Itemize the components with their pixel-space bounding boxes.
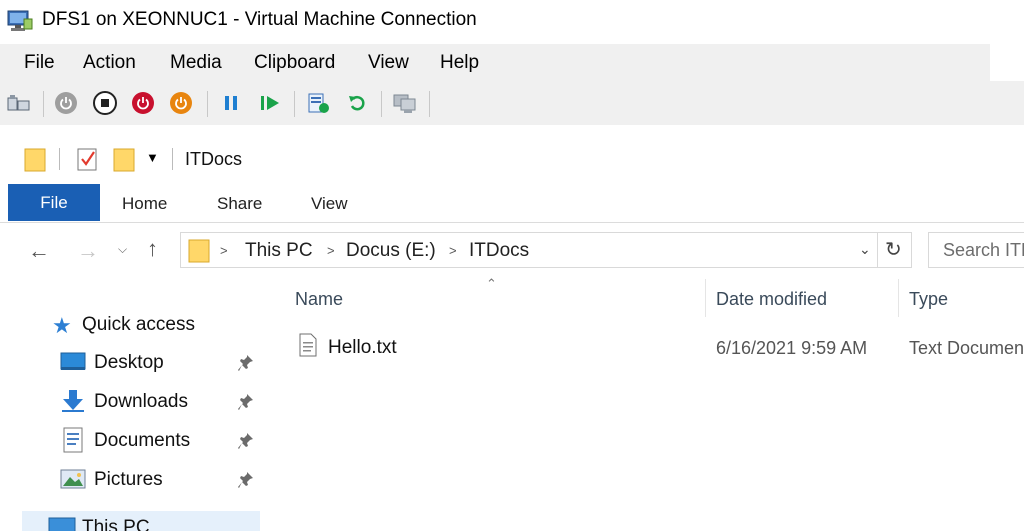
ribbon-tabs: Home Share View — [0, 182, 1024, 223]
checkpoint-button[interactable] — [304, 89, 332, 117]
documents-icon — [63, 427, 83, 458]
new-folder-icon[interactable] — [113, 146, 135, 177]
search-input[interactable]: Search ITDocs — [928, 232, 1024, 268]
breadcrumb-separator-icon[interactable]: > — [220, 243, 228, 258]
pause-icon — [225, 96, 237, 110]
tab-file[interactable]: File — [8, 184, 100, 221]
turn-off-button[interactable] — [91, 89, 119, 117]
nav-quick-access[interactable]: ★ Quick access — [52, 308, 262, 342]
address-folder-icon — [188, 237, 210, 268]
column-header-date[interactable]: Date modified — [716, 289, 827, 310]
breadcrumb-separator-icon[interactable]: > — [449, 243, 457, 258]
tab-view[interactable]: View — [311, 194, 348, 214]
search-placeholder: Search ITDocs — [943, 240, 1024, 260]
save-state-button[interactable] — [167, 89, 195, 117]
nav-item-this-pc[interactable]: This PC — [22, 511, 260, 531]
explorer-window-title: ITDocs — [185, 149, 243, 169]
resume-button[interactable] — [256, 89, 284, 117]
toolbar-separator — [43, 91, 44, 117]
vm-toolbar — [0, 81, 1024, 125]
pin-icon[interactable] — [238, 432, 254, 455]
menu-view[interactable]: View — [368, 52, 409, 74]
shutdown-icon — [132, 92, 154, 114]
revert-icon — [349, 95, 365, 111]
nav-item-label: Documents — [94, 430, 191, 451]
nav-item-label: Downloads — [94, 391, 188, 412]
nav-item-desktop[interactable]: Desktop — [52, 346, 262, 380]
customize-qat-dropdown-icon[interactable]: ▼ — [146, 150, 159, 165]
back-arrow-icon[interactable]: ← — [28, 238, 50, 264]
star-icon: ★ — [52, 313, 72, 338]
breadcrumb-separator-icon[interactable]: > — [327, 243, 335, 258]
address-dropdown-icon[interactable]: ⌄ — [859, 241, 871, 258]
this-pc-icon — [48, 517, 76, 531]
qat-separator — [59, 148, 60, 170]
breadcrumb-this-pc[interactable]: This PC — [245, 240, 313, 262]
qat-separator — [172, 148, 173, 170]
refresh-icon: ↻ — [885, 239, 902, 261]
column-header-name[interactable]: Name — [295, 289, 343, 310]
text-file-icon — [299, 333, 317, 362]
revert-button[interactable] — [343, 89, 371, 117]
sort-ascending-icon: ⌃ — [486, 276, 497, 291]
desktop-icon — [60, 352, 86, 377]
vm-title-bar: DFS1 on XEONNUC1 - Virtual Machine Conne… — [0, 0, 1024, 40]
toolbar-separator — [429, 91, 430, 117]
address-bar[interactable]: > This PC > Docus (E:) > ITDocs ⌄ — [180, 232, 878, 268]
quick-access-toolbar: ▼ ITDocs — [0, 130, 1024, 182]
pin-icon[interactable] — [238, 354, 254, 377]
nav-quick-access-label: Quick access — [82, 314, 195, 335]
file-type: Text Document — [909, 338, 1024, 358]
play-icon — [261, 96, 279, 110]
forward-arrow-icon[interactable]: → — [77, 238, 99, 264]
menu-clipboard[interactable]: Clipboard — [254, 52, 335, 74]
refresh-button[interactable]: ↻ — [877, 232, 912, 268]
pause-button[interactable] — [217, 89, 245, 117]
folder-icon — [24, 146, 46, 177]
enhanced-session-icon — [393, 94, 416, 113]
file-date: 6/16/2021 9:59 AM — [716, 338, 868, 358]
vm-monitor-icon — [7, 9, 33, 38]
nav-item-downloads[interactable]: Downloads — [52, 385, 262, 419]
pin-icon[interactable] — [238, 393, 254, 416]
menu-media[interactable]: Media — [170, 52, 222, 74]
column-separator[interactable] — [898, 279, 899, 317]
file-row[interactable]: Hello.txt 6/16/2021 9:59 AM Text Documen… — [290, 328, 1024, 366]
checkpoint-icon — [308, 93, 329, 113]
downloads-icon — [60, 389, 86, 418]
up-arrow-icon[interactable]: ↑ — [147, 236, 158, 262]
tab-home[interactable]: Home — [122, 194, 167, 214]
enhanced-session-button[interactable] — [391, 89, 419, 117]
menu-help[interactable]: Help — [440, 52, 479, 74]
vm-window-title: DFS1 on XEONNUC1 - Virtual Machine Conne… — [42, 9, 477, 30]
breadcrumb-itdocs[interactable]: ITDocs — [469, 240, 529, 262]
power-start-icon — [55, 92, 77, 114]
column-header-type[interactable]: Type — [909, 289, 948, 310]
nav-item-label: Desktop — [94, 352, 164, 373]
start-button[interactable] — [52, 89, 80, 117]
file-name: Hello.txt — [328, 337, 397, 358]
toolbar-separator — [381, 91, 382, 117]
shut-down-button[interactable] — [129, 89, 157, 117]
ctrl-alt-del-icon — [7, 95, 30, 111]
nav-item-documents[interactable]: Documents — [52, 424, 262, 458]
save-state-icon — [170, 92, 192, 114]
nav-this-pc-label: This PC — [82, 517, 150, 531]
column-separator[interactable] — [705, 279, 706, 317]
menu-action[interactable]: Action — [83, 52, 136, 74]
stop-icon — [93, 91, 117, 115]
tab-share[interactable]: Share — [217, 194, 262, 214]
properties-icon[interactable] — [76, 146, 100, 177]
toolbar-separator — [294, 91, 295, 117]
vm-menu-bar: File Action Media Clipboard View Help — [0, 44, 990, 81]
recent-locations-chevron-icon[interactable]: ⌵ — [118, 242, 127, 257]
toolbar-separator — [207, 91, 208, 117]
menu-file[interactable]: File — [24, 52, 55, 74]
pin-icon[interactable] — [238, 471, 254, 494]
breadcrumb-drive[interactable]: Docus (E:) — [346, 240, 436, 262]
pictures-icon — [60, 469, 86, 494]
nav-item-pictures[interactable]: Pictures — [52, 463, 262, 497]
ctrl-alt-del-button[interactable] — [5, 89, 33, 117]
nav-item-label: Pictures — [94, 469, 163, 490]
